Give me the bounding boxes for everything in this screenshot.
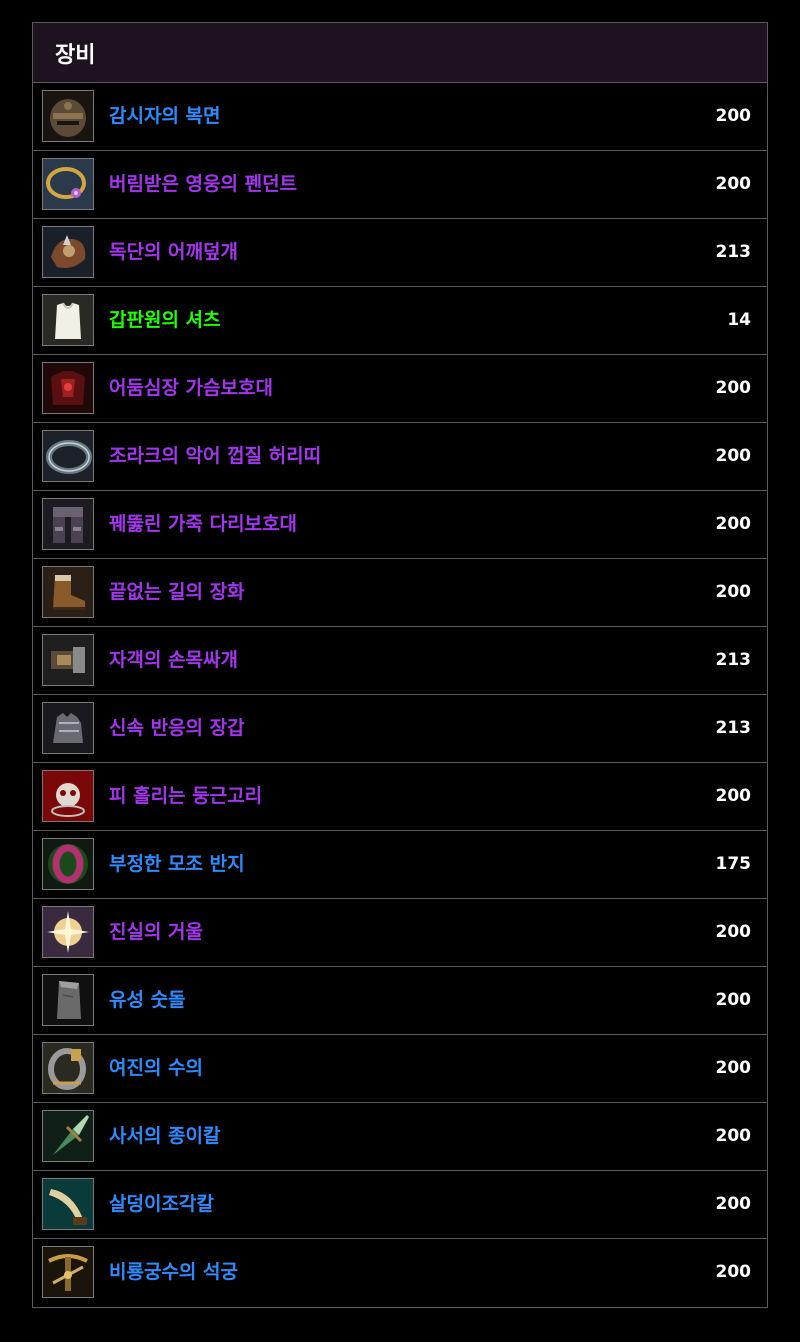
item-level: 200	[715, 1058, 752, 1078]
equipment-row[interactable]: 부정한 모조 반지 175	[33, 831, 767, 899]
shoulder-icon	[42, 226, 94, 278]
equipment-row[interactable]: 여진의 수의 200	[33, 1035, 767, 1103]
item-level: 213	[715, 242, 752, 262]
equipment-row[interactable]: 신속 반응의 장갑 213	[33, 695, 767, 763]
shirt-icon	[42, 294, 94, 346]
item-name-link[interactable]: 자객의 손목싸개	[109, 627, 238, 694]
equipment-row[interactable]: 사서의 종이칼 200	[33, 1103, 767, 1171]
equipment-row[interactable]: 유성 숫돌 200	[33, 967, 767, 1035]
item-level: 200	[715, 582, 752, 602]
item-name-link[interactable]: 조라크의 악어 껍질 허리띠	[109, 423, 321, 490]
gloves-icon	[42, 702, 94, 754]
ring-icon	[42, 838, 94, 890]
chest-armor-icon	[42, 362, 94, 414]
equipment-panel: 장비 감시자의 복면 200 버림받은 영웅의 펜던트 200 독단의 어깨덮개 213 갑…	[32, 22, 768, 1308]
panel-title: 장비	[55, 42, 96, 68]
equipment-row[interactable]: 꿰뚫린 가죽 다리보호대 200	[33, 491, 767, 559]
equipment-row[interactable]: 자객의 손목싸개 213	[33, 627, 767, 695]
item-name-link[interactable]: 감시자의 복면	[109, 83, 221, 150]
paper-knife-icon	[42, 1110, 94, 1162]
item-level: 200	[715, 990, 752, 1010]
equipment-row[interactable]: 버림받은 영웅의 펜던트 200	[33, 151, 767, 219]
whetstone-icon	[42, 974, 94, 1026]
equipment-row[interactable]: 감시자의 복면 200	[33, 83, 767, 151]
flesh-carver-icon	[42, 1178, 94, 1230]
item-name-link[interactable]: 버림받은 영웅의 펜던트	[109, 151, 297, 218]
pendant-icon	[42, 158, 94, 210]
item-name-link[interactable]: 독단의 어깨덮개	[109, 219, 238, 286]
leg-armor-icon	[42, 498, 94, 550]
panel-header: 장비	[33, 23, 767, 83]
equipment-row[interactable]: 조라크의 악어 껍질 허리띠 200	[33, 423, 767, 491]
item-level: 200	[715, 786, 752, 806]
item-name-link[interactable]: 갑판원의 셔츠	[109, 287, 221, 354]
item-name-link[interactable]: 살덩이조각칼	[109, 1171, 214, 1238]
crossbow-icon	[42, 1246, 94, 1298]
bracer-icon	[42, 634, 94, 686]
equipment-row[interactable]: 어둠심장 가슴보호대 200	[33, 355, 767, 423]
equipment-row[interactable]: 갑판원의 셔츠 14	[33, 287, 767, 355]
item-level: 213	[715, 718, 752, 738]
item-level: 200	[715, 514, 752, 534]
item-name-link[interactable]: 유성 숫돌	[109, 967, 186, 1034]
item-name-link[interactable]: 어둠심장 가슴보호대	[109, 355, 273, 422]
shroud-icon	[42, 1042, 94, 1094]
item-name-link[interactable]: 비룡궁수의 석궁	[109, 1239, 238, 1306]
item-name-link[interactable]: 여진의 수의	[109, 1035, 203, 1102]
item-level: 200	[715, 1262, 752, 1282]
item-name-link[interactable]: 부정한 모조 반지	[109, 831, 245, 898]
helmet-icon	[42, 90, 94, 142]
equipment-row[interactable]: 독단의 어깨덮개 213	[33, 219, 767, 287]
item-level: 200	[715, 378, 752, 398]
item-name-link[interactable]: 신속 반응의 장갑	[109, 695, 245, 762]
item-level: 200	[715, 106, 752, 126]
item-level: 200	[715, 922, 752, 942]
item-name-link[interactable]: 진실의 거울	[109, 899, 203, 966]
skull-ring-icon	[42, 770, 94, 822]
item-level: 200	[715, 446, 752, 466]
item-name-link[interactable]: 사서의 종이칼	[109, 1103, 221, 1170]
belt-icon	[42, 430, 94, 482]
item-level: 14	[727, 310, 751, 330]
boots-icon	[42, 566, 94, 618]
item-name-link[interactable]: 꿰뚫린 가죽 다리보호대	[109, 491, 297, 558]
item-name-link[interactable]: 피 흘리는 둥근고리	[109, 763, 262, 830]
item-level: 200	[715, 1194, 752, 1214]
equipment-row[interactable]: 진실의 거울 200	[33, 899, 767, 967]
equipment-list: 감시자의 복면 200 버림받은 영웅의 펜던트 200 독단의 어깨덮개 213 갑판원의…	[33, 83, 767, 1307]
item-name-link[interactable]: 끝없는 길의 장화	[109, 559, 245, 626]
equipment-row[interactable]: 비룡궁수의 석궁 200	[33, 1239, 767, 1307]
item-level: 213	[715, 650, 752, 670]
item-level: 200	[715, 1126, 752, 1146]
equipment-row[interactable]: 끝없는 길의 장화 200	[33, 559, 767, 627]
item-level: 200	[715, 174, 752, 194]
equipment-row[interactable]: 피 흘리는 둥근고리 200	[33, 763, 767, 831]
item-level: 175	[715, 854, 752, 874]
equipment-row[interactable]: 살덩이조각칼 200	[33, 1171, 767, 1239]
star-mirror-icon	[42, 906, 94, 958]
